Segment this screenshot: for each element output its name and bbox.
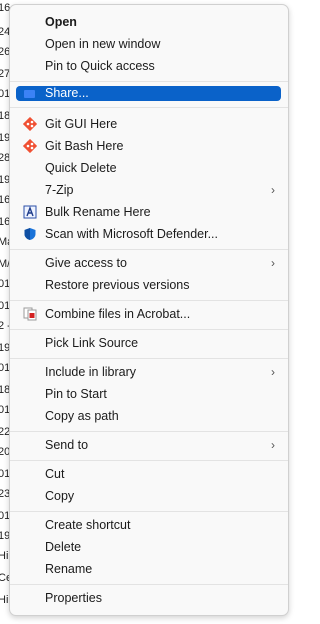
chevron-right-icon: › (271, 256, 275, 270)
defender-shield-icon (23, 227, 37, 241)
menu-item-label: Share... (45, 86, 89, 100)
menu-item-restore-previous-versions[interactable]: Restore previous versions (16, 275, 281, 295)
menu-item-label: Rename (45, 562, 93, 576)
menu-item-label: Restore previous versions (45, 278, 190, 292)
menu-separator (10, 431, 288, 432)
menu-separator (10, 249, 288, 250)
menu-item-pin-to-quick-access[interactable]: Pin to Quick access (16, 56, 281, 76)
menu-item-label: Delete (45, 540, 82, 554)
menu-separator (10, 329, 288, 330)
menu-item-give-access-to[interactable]: Give access to › (16, 253, 281, 273)
menu-item-send-to[interactable]: Send to › (16, 435, 281, 455)
menu-separator (10, 107, 288, 108)
menu-item-label: Copy (45, 489, 75, 503)
menu-item-rename[interactable]: Rename (16, 559, 281, 579)
menu-item-bulk-rename-here[interactable]: Bulk Rename Here (16, 202, 281, 222)
menu-item-label: Bulk Rename Here (45, 205, 151, 219)
menu-item-label: Quick Delete (45, 161, 117, 175)
menu-item-combine-files-in-acrobat[interactable]: Combine files in Acrobat... (16, 304, 281, 324)
menu-separator (10, 300, 288, 301)
acrobat-combine-icon (23, 307, 37, 321)
menu-item-share[interactable]: Share... (16, 86, 281, 101)
menu-item-create-shortcut[interactable]: Create shortcut (16, 515, 281, 535)
menu-item-label: Create shortcut (45, 518, 131, 532)
background-fragment: Hi (0, 594, 9, 606)
menu-item-label: Copy as path (45, 409, 119, 423)
menu-item-git-gui-here[interactable]: Git GUI Here (16, 114, 281, 134)
menu-item-label: Open (45, 15, 77, 29)
menu-item-label: Combine files in Acrobat... (45, 307, 191, 321)
menu-item-properties[interactable]: Properties (16, 588, 281, 608)
menu-item-cut[interactable]: Cut (16, 464, 281, 484)
menu-item-label: Pin to Quick access (45, 59, 155, 73)
menu-separator (10, 584, 288, 585)
menu-item-open-in-new-window[interactable]: Open in new window (16, 34, 281, 54)
menu-item-label: Git Bash Here (45, 139, 124, 153)
menu-item-label: Pick Link Source (45, 336, 139, 350)
menu-item-copy-as-path[interactable]: Copy as path (16, 406, 281, 426)
menu-item-scan-with-defender[interactable]: Scan with Microsoft Defender... (16, 224, 281, 244)
menu-item-label: Send to (45, 438, 89, 452)
menu-item-label: Scan with Microsoft Defender... (45, 227, 218, 241)
chevron-right-icon: › (271, 438, 275, 452)
menu-item-pin-to-start[interactable]: Pin to Start (16, 384, 281, 404)
menu-item-label: Cut (45, 467, 65, 481)
menu-separator (10, 358, 288, 359)
menu-item-delete[interactable]: Delete (16, 537, 281, 557)
menu-item-label: Give access to (45, 256, 127, 270)
context-menu: Open Open in new window Pin to Quick acc… (9, 4, 289, 616)
menu-item-pick-link-source[interactable]: Pick Link Source (16, 333, 281, 353)
bulk-rename-icon (23, 205, 37, 219)
menu-item-7-zip[interactable]: 7-Zip › (16, 180, 281, 200)
menu-item-copy[interactable]: Copy (16, 486, 281, 506)
menu-separator (10, 511, 288, 512)
background-fragment: Hi (0, 550, 9, 562)
menu-item-label: Open in new window (45, 37, 161, 51)
menu-item-label: Git GUI Here (45, 117, 118, 131)
menu-item-quick-delete[interactable]: Quick Delete (16, 158, 281, 178)
menu-item-include-in-library[interactable]: Include in library › (16, 362, 281, 382)
menu-item-label: Pin to Start (45, 387, 107, 401)
menu-item-label: 7-Zip (45, 183, 74, 197)
chevron-right-icon: › (271, 365, 275, 379)
chevron-right-icon: › (271, 183, 275, 197)
menu-separator (10, 81, 288, 82)
menu-item-label: Include in library (45, 365, 137, 379)
share-icon (23, 87, 36, 100)
menu-item-label: Properties (45, 591, 102, 605)
menu-item-open[interactable]: Open (16, 12, 281, 32)
menu-item-git-bash-here[interactable]: Git Bash Here (16, 136, 281, 156)
menu-separator (10, 460, 288, 461)
git-bash-icon (22, 138, 38, 154)
git-gui-icon (22, 116, 38, 132)
